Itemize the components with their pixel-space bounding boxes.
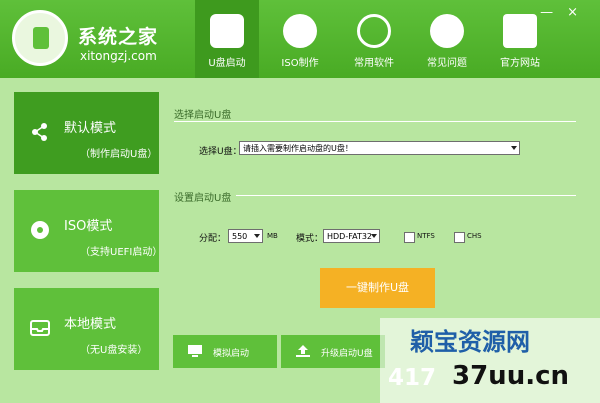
upgrade-usb-label: 升级启动U盘: [321, 349, 373, 359]
usb-dropdown[interactable]: 请插入需要制作启动盘的U盘！: [239, 141, 520, 155]
chs-checkbox[interactable]: [454, 232, 465, 243]
monitor-icon: [188, 345, 202, 357]
ntfs-checkbox[interactable]: [404, 232, 415, 243]
chevron-down-icon: [511, 146, 517, 150]
boot-settings-section-title: 设置启动U盘: [174, 193, 232, 204]
unit-label: MB: [267, 232, 278, 240]
mode-subtitle: （制作启动U盘）: [80, 149, 158, 160]
usb-dropdown-value: 请插入需要制作启动盘的U盘！: [243, 144, 353, 153]
mode-subtitle: （无U盘安装）: [80, 345, 148, 356]
select-usb-section-title: 选择启动U盘: [174, 110, 232, 121]
partition-size-value: 550: [232, 232, 248, 241]
brand-name: 系统之家: [78, 26, 159, 48]
make-usb-button[interactable]: 一键制作U盘: [320, 268, 435, 308]
filesystem-value: HDD-FAT32: [327, 232, 373, 241]
tab-label: 常见问题: [427, 58, 467, 69]
tab-faq[interactable]: 常见问题: [415, 0, 479, 78]
tab-website[interactable]: 官方网站: [488, 0, 552, 78]
simulate-boot-label: 模拟启动: [213, 349, 250, 359]
home-icon: [503, 14, 537, 48]
watermark-text: 颖宝资源网: [410, 327, 530, 356]
partition-label: 分配：: [199, 234, 227, 244]
tab-usb-boot[interactable]: U盘启动: [195, 0, 259, 78]
tab-label: U盘启动: [208, 58, 246, 69]
tray-icon: [30, 320, 50, 336]
tab-iso[interactable]: ISO制作: [268, 0, 332, 78]
watermark-number: 417: [388, 365, 437, 391]
mode-title: 默认模式: [64, 121, 117, 136]
chevron-down-icon: [254, 234, 260, 238]
partition-size-dropdown[interactable]: 550: [228, 229, 263, 243]
tab-label: 常用软件: [354, 58, 394, 69]
sidebar-item-iso-mode[interactable]: ISO模式 （支持UEFI启动）: [14, 190, 163, 272]
logo-icon: [12, 10, 68, 66]
upgrade-usb-button[interactable]: 升级启动U盘: [281, 335, 385, 368]
disc-icon: [283, 14, 317, 48]
chevron-down-icon: [371, 234, 377, 238]
filesystem-dropdown[interactable]: HDD-FAT32: [323, 229, 380, 243]
watermark-site: 37uu.cn: [452, 361, 569, 391]
tab-software[interactable]: 常用软件: [342, 0, 406, 78]
sidebar-item-local-mode[interactable]: 本地模式 （无U盘安装）: [14, 288, 159, 370]
divider: [236, 195, 576, 196]
share-icon: [32, 123, 47, 141]
tab-label: 官方网站: [500, 58, 540, 69]
usb-select-label: 选择U盘：: [199, 147, 242, 157]
brand-domain: xitongzj.com: [80, 49, 157, 63]
mode-subtitle: （支持UEFI启动）: [80, 247, 163, 258]
info-icon: [430, 14, 464, 48]
simulate-boot-button[interactable]: 模拟启动: [173, 335, 277, 368]
disc-icon: [31, 221, 49, 239]
mode-label: 模式：: [296, 234, 324, 244]
sidebar-item-default-mode[interactable]: 默认模式 （制作启动U盘）: [14, 92, 159, 174]
mode-title: ISO模式: [64, 219, 113, 234]
divider: [174, 121, 576, 122]
mode-title: 本地模式: [64, 317, 117, 332]
upload-icon: [296, 345, 310, 357]
apps-icon: [357, 14, 391, 48]
tab-label: ISO制作: [281, 58, 319, 69]
ntfs-label: NTFS: [417, 232, 435, 240]
chs-label: CHS: [467, 232, 482, 240]
close-button[interactable]: ×: [567, 5, 592, 20]
usb-drive-icon: [210, 14, 244, 48]
